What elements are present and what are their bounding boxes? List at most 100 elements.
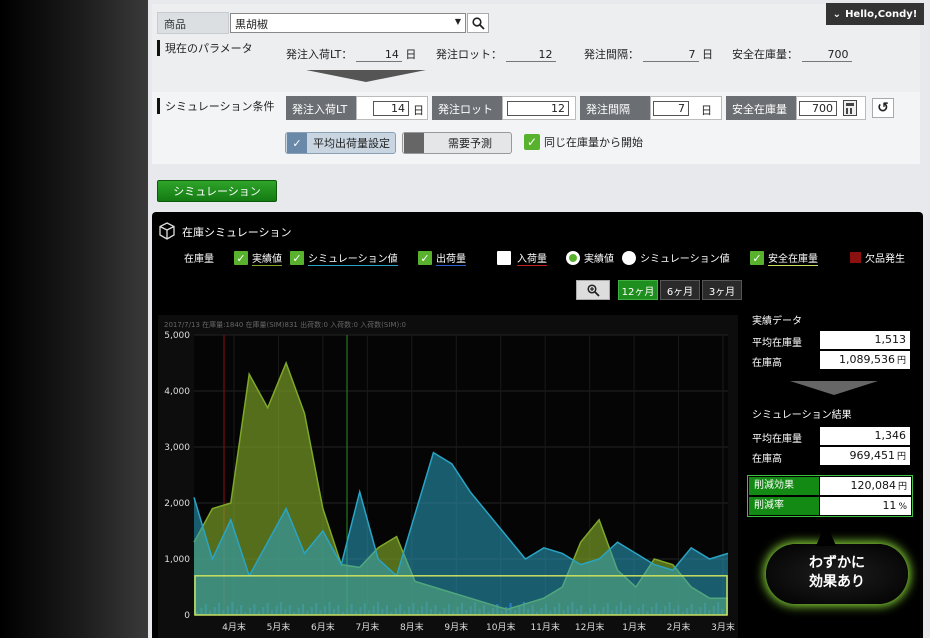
cond-unit: 日 <box>413 104 424 117</box>
rate-label: 削減率 <box>749 497 819 515</box>
radio-simulation[interactable]: シミュレーション値 <box>622 250 730 265</box>
actual-avg-value: 1,513 <box>820 331 910 349</box>
same-stock-checkbox[interactable]: ✓ 同じ在庫量から開始 <box>524 134 643 150</box>
safety-input[interactable]: 700 <box>799 101 837 116</box>
lt-input[interactable]: 14 <box>373 101 409 116</box>
current-params-title: 現在のパラメータ <box>157 40 253 56</box>
range-3m-button[interactable]: 3ヶ月 <box>702 280 742 300</box>
cond-label-interval: 発注間隔 <box>580 96 650 120</box>
toggle-off-icon <box>404 133 424 153</box>
range-6m-button[interactable]: 6ヶ月 <box>660 280 700 300</box>
inventory-chart[interactable]: 2017/7/13 在庫量:1840 在庫量(SIM)831 出荷数:0 入荷数… <box>158 315 738 638</box>
flow-arrow-icon <box>790 381 878 395</box>
interval-input[interactable]: 7 <box>653 101 689 116</box>
x-tick-label: 3月末 <box>711 621 735 633</box>
y-tick-label: 2,000 <box>164 499 190 509</box>
legend-safety[interactable]: ✓ 安全在庫量 <box>750 250 818 266</box>
legend-label: 出荷量 <box>436 250 466 266</box>
value-text: 1,346 <box>874 429 907 442</box>
cond-label-safety: 安全在庫量 <box>726 96 796 120</box>
radio-selected-icon <box>566 250 580 265</box>
product-search-button[interactable] <box>467 13 489 33</box>
product-select-value: 黒胡椒 <box>235 18 268 31</box>
checkbox-checked-icon: ✓ <box>750 251 764 265</box>
checkbox-checked-icon: ✓ <box>234 251 248 265</box>
callout-line1: わずかに <box>809 555 865 571</box>
legend-label: シミュレーション値 <box>640 254 730 265</box>
radio-actual[interactable]: 実績値 <box>566 250 614 265</box>
value-text: 11 <box>882 499 897 512</box>
stockout-swatch <box>850 252 861 263</box>
avg-shipment-toggle[interactable]: ✓ 平均出荷量設定 <box>285 132 396 154</box>
current-param-lt: 発注入荷LT： 14 日 <box>286 46 416 62</box>
legend-label: 在庫量 <box>184 254 214 265</box>
checkbox-checked-icon: ✓ <box>418 251 432 265</box>
chevron-down-icon: ⌄ <box>832 8 842 20</box>
sim-avg-value: 1,346 <box>820 427 910 445</box>
panel-title: 在庫シミュレーション <box>182 226 292 239</box>
legend-simulation[interactable]: ✓ シミュレーション値 <box>290 250 398 266</box>
product-select[interactable]: 黒胡椒 ▼ <box>230 13 466 33</box>
legend-label: 安全在庫量 <box>768 250 818 266</box>
param-value: 7 <box>642 48 699 62</box>
reset-button[interactable]: ↺ <box>872 98 894 118</box>
value-text: 969,451 <box>849 449 895 462</box>
unit-text: % <box>898 502 907 512</box>
legend-actual[interactable]: ✓ 実績値 <box>234 250 282 266</box>
current-param-safety: 安全在庫量： 700 <box>732 46 852 62</box>
x-tick-label: 9月末 <box>444 621 468 633</box>
box-icon <box>159 222 175 240</box>
cond-field-lt: 14 日 <box>356 96 428 120</box>
legend-label: 欠品発生 <box>865 254 905 265</box>
user-menu-button[interactable]: ⌄ Hello,Condy! <box>826 3 924 25</box>
rate-value: 11% <box>820 497 911 515</box>
cond-field-lot: 12 <box>502 96 576 120</box>
x-tick-label: 6月末 <box>311 621 335 633</box>
legend-arrival[interactable]: 入荷量 <box>497 250 547 266</box>
param-unit: 日 <box>702 48 713 61</box>
reduction-value: 120,084 円 <box>820 477 911 495</box>
y-tick-label: 5,000 <box>164 331 190 341</box>
sim-result-title: シミュレーション結果 <box>752 410 852 421</box>
zoom-button[interactable] <box>576 280 610 300</box>
param-label: 発注間隔： <box>584 48 639 61</box>
y-tick-label: 3,000 <box>164 443 190 453</box>
left-dark-margin <box>0 0 148 638</box>
param-value: 700 <box>801 48 852 62</box>
radio-empty-icon <box>622 250 636 265</box>
legend-stock-label: 在庫量 <box>184 250 214 265</box>
x-tick-label: 11月末 <box>530 621 559 633</box>
product-label: 商品 <box>157 12 229 34</box>
legend-label: 実績値 <box>584 254 614 265</box>
legend-label: 実績値 <box>252 250 282 266</box>
x-tick-label: 8月末 <box>400 621 424 633</box>
x-tick-label: 4月末 <box>222 621 246 633</box>
range-buttons: 12ヶ月 6ヶ月 3ヶ月 <box>576 280 742 300</box>
lot-input[interactable]: 12 <box>507 101 569 116</box>
unit-text: 円 <box>896 452 906 462</box>
legend-stockout: 欠品発生 <box>850 250 905 265</box>
user-greeting: Hello,Condy! <box>845 8 918 20</box>
x-tick-label: 10月末 <box>486 621 515 633</box>
param-label: 発注ロット： <box>436 48 502 61</box>
toggle-label: 需要予測 <box>448 137 492 150</box>
calculator-icon[interactable] <box>843 100 857 116</box>
zoom-in-icon <box>586 283 600 297</box>
sim-avg-label: 平均在庫量 <box>752 434 802 445</box>
actual-amount-label: 在庫高 <box>752 358 782 369</box>
checkbox-checked-icon: ✓ <box>290 251 304 265</box>
checkbox-checked-icon: ✓ <box>524 134 540 150</box>
cond-label-lot: 発注ロット <box>432 96 502 120</box>
simulate-button[interactable]: シミュレーション <box>157 180 277 202</box>
sim-amount-value: 969,451 円 <box>820 447 910 465</box>
range-12m-button[interactable]: 12ヶ月 <box>618 280 658 300</box>
param-value: 14 <box>355 48 402 62</box>
demand-forecast-toggle[interactable]: 需要予測 <box>402 132 512 154</box>
x-tick-label: 12月末 <box>575 621 604 633</box>
y-tick-label: 1,000 <box>164 555 190 565</box>
cond-field-safety: 700 <box>796 96 866 120</box>
legend-shipment[interactable]: ✓ 出荷量 <box>418 250 466 266</box>
cond-unit: 日 <box>701 104 712 117</box>
actual-avg-label: 平均在庫量 <box>752 338 802 349</box>
effect-callout: わずかに 効果あり <box>766 522 908 604</box>
